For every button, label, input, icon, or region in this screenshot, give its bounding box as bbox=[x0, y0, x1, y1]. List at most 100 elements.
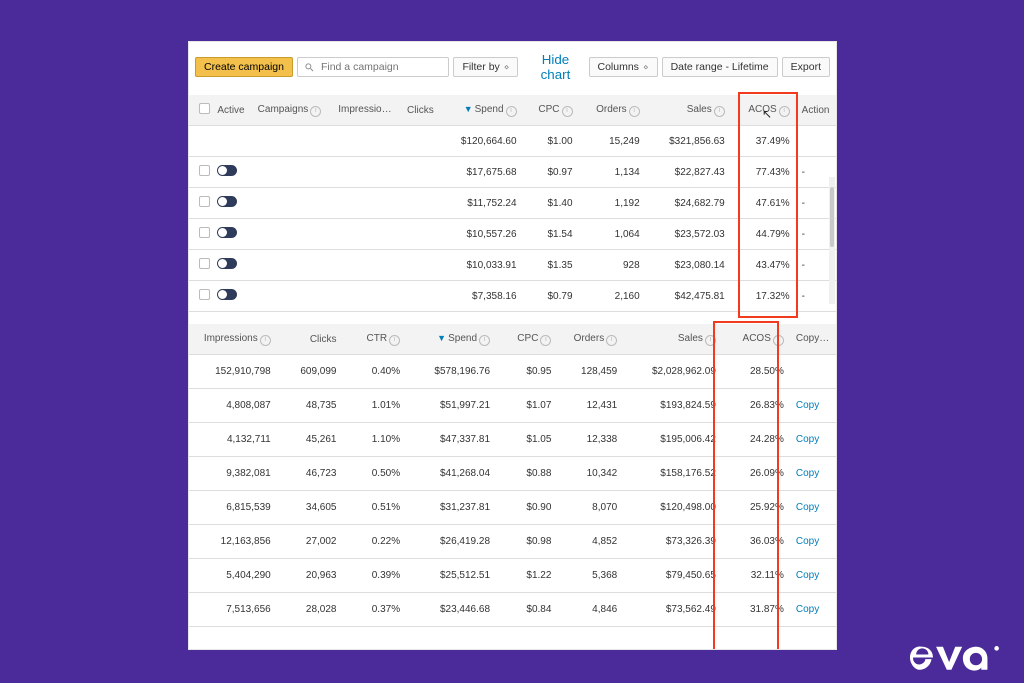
cell-cpc: $1.54 bbox=[523, 219, 579, 250]
info-icon: i bbox=[540, 335, 551, 346]
col2-orders[interactable]: Ordersi bbox=[557, 324, 623, 355]
cell-sales: $193,824.59 bbox=[623, 389, 722, 423]
active-toggle[interactable] bbox=[217, 165, 237, 176]
select-all-checkbox[interactable] bbox=[199, 103, 210, 114]
cell-orders: 4,846 bbox=[557, 593, 623, 627]
copy-link[interactable]: Copy bbox=[790, 491, 836, 525]
cell-cpc: $0.79 bbox=[523, 281, 579, 312]
copy-link[interactable]: Copy bbox=[790, 423, 836, 457]
copy-link[interactable]: Copy bbox=[790, 593, 836, 627]
col2-acos[interactable]: ACOSi bbox=[722, 324, 790, 355]
cell-spend: $31,237.81 bbox=[406, 491, 496, 525]
col2-cpc[interactable]: CPCi bbox=[496, 324, 557, 355]
cell-orders: 1,192 bbox=[579, 188, 646, 219]
table-row[interactable]: $17,675.68$0.971,134$22,827.4377.43%- bbox=[189, 157, 836, 188]
date-range-button[interactable]: Date range - Lifetime bbox=[662, 57, 778, 77]
col-spend[interactable]: ▼Spendi bbox=[440, 95, 523, 126]
row-checkbox[interactable] bbox=[199, 227, 210, 238]
table-row[interactable]: $120,664.60$1.0015,249$321,856.6337.49% bbox=[189, 126, 836, 157]
col2-clicks[interactable]: Clicks bbox=[277, 324, 343, 355]
cell-orders: 4,852 bbox=[557, 525, 623, 559]
filter-button[interactable]: Filter by ⋄ bbox=[453, 57, 518, 77]
cell-ctr: 0.22% bbox=[343, 525, 407, 559]
active-toggle[interactable] bbox=[217, 227, 237, 238]
cell-orders: 2,160 bbox=[579, 281, 646, 312]
cell-orders: 15,249 bbox=[579, 126, 646, 157]
copy-link[interactable]: Copy bbox=[790, 559, 836, 593]
table-row[interactable]: 12,163,85627,0020.22%$26,419.28$0.984,85… bbox=[189, 525, 836, 559]
hide-chart-button[interactable]: Hide chart bbox=[526, 49, 584, 85]
cell-impressions: 4,808,087 bbox=[189, 389, 277, 423]
col2-sales[interactable]: Salesi bbox=[623, 324, 722, 355]
row-checkbox[interactable] bbox=[199, 258, 210, 269]
cell-clicks: 28,028 bbox=[277, 593, 343, 627]
copy-link[interactable]: Copy bbox=[790, 525, 836, 559]
row-checkbox[interactable] bbox=[199, 196, 210, 207]
cell-acos: 25.92% bbox=[722, 491, 790, 525]
cell-action bbox=[796, 126, 836, 157]
cell-orders: 10,342 bbox=[557, 457, 623, 491]
cell-impressions bbox=[332, 219, 399, 250]
cell-sales: $24,682.79 bbox=[646, 188, 731, 219]
active-toggle[interactable] bbox=[217, 289, 237, 300]
table-row[interactable]: 9,382,08146,7230.50%$41,268.04$0.8810,34… bbox=[189, 457, 836, 491]
table-row[interactable]: 4,808,08748,7351.01%$51,997.21$1.0712,43… bbox=[189, 389, 836, 423]
col-action[interactable]: Action bbox=[796, 95, 836, 126]
active-toggle[interactable] bbox=[217, 196, 237, 207]
col-clicks[interactable]: Clicks bbox=[399, 95, 439, 126]
copy-link[interactable]: Copy bbox=[790, 457, 836, 491]
col2-spend[interactable]: ▼Spendi bbox=[406, 324, 496, 355]
search-input-wrap[interactable] bbox=[297, 57, 449, 77]
col-acos[interactable]: ACOSi bbox=[731, 95, 796, 126]
select-all-header[interactable] bbox=[189, 95, 211, 126]
table-row[interactable]: $10,557.26$1.541,064$23,572.0344.79%- bbox=[189, 219, 836, 250]
cell-ctr: 0.40% bbox=[343, 355, 407, 389]
cell-campaign bbox=[252, 188, 333, 219]
col2-copy[interactable]: Copyi bbox=[790, 324, 836, 355]
cell-acos: 44.79% bbox=[731, 219, 796, 250]
cell-sales: $73,562.49 bbox=[623, 593, 722, 627]
create-campaign-button[interactable]: Create campaign bbox=[195, 57, 293, 77]
col-sales[interactable]: Salesi bbox=[646, 95, 731, 126]
cell-impressions bbox=[332, 281, 399, 312]
table-row[interactable]: 152,910,798609,0990.40%$578,196.76$0.951… bbox=[189, 355, 836, 389]
col-impressions[interactable]: Impressionsi bbox=[332, 95, 399, 126]
cell-impressions: 9,382,081 bbox=[189, 457, 277, 491]
active-toggle[interactable] bbox=[217, 258, 237, 269]
row-checkbox[interactable] bbox=[199, 165, 210, 176]
cell-ctr: 0.39% bbox=[343, 559, 407, 593]
row-checkbox[interactable] bbox=[199, 289, 210, 300]
sort-desc-icon: ▼ bbox=[464, 104, 473, 114]
table-row[interactable]: 6,815,53934,6050.51%$31,237.81$0.908,070… bbox=[189, 491, 836, 525]
copy-link[interactable]: Copy bbox=[790, 389, 836, 423]
col-active[interactable]: Active bbox=[211, 95, 251, 126]
table-row[interactable]: 4,132,71145,2611.10%$47,337.81$1.0512,33… bbox=[189, 423, 836, 457]
col-orders[interactable]: Ordersi bbox=[579, 95, 646, 126]
scrollbar[interactable] bbox=[829, 177, 835, 304]
cell-acos: 43.47% bbox=[731, 250, 796, 281]
export-button[interactable]: Export bbox=[782, 57, 830, 77]
table-row[interactable]: 5,404,29020,9630.39%$25,512.51$1.225,368… bbox=[189, 559, 836, 593]
cell-ctr: 1.10% bbox=[343, 423, 407, 457]
cell-spend: $41,268.04 bbox=[406, 457, 496, 491]
cell-impressions bbox=[332, 250, 399, 281]
cell-sales: $120,498.00 bbox=[623, 491, 722, 525]
col2-impressions[interactable]: Impressionsi bbox=[189, 324, 277, 355]
cell-spend: $120,664.60 bbox=[440, 126, 523, 157]
columns-button[interactable]: Columns ⋄ bbox=[589, 57, 658, 77]
table-row[interactable]: $11,752.24$1.401,192$24,682.7947.61%- bbox=[189, 188, 836, 219]
search-input[interactable] bbox=[319, 60, 442, 74]
col-campaigns[interactable]: Campaignsi bbox=[252, 95, 333, 126]
table-row[interactable]: 7,513,65628,0280.37%$23,446.68$0.844,846… bbox=[189, 593, 836, 627]
metrics-table: Impressionsi Clicks CTRi ▼Spendi CPCi Or… bbox=[189, 324, 836, 627]
cell-impressions: 12,163,856 bbox=[189, 525, 277, 559]
col-cpc[interactable]: CPCi bbox=[523, 95, 579, 126]
cell-clicks: 45,261 bbox=[277, 423, 343, 457]
campaigns-table: Active Campaignsi Impressionsi Clicks ▼S… bbox=[189, 95, 836, 312]
col2-ctr[interactable]: CTRi bbox=[343, 324, 407, 355]
cell-impressions: 7,513,656 bbox=[189, 593, 277, 627]
info-icon: i bbox=[479, 335, 490, 346]
cell-clicks: 48,735 bbox=[277, 389, 343, 423]
table-row[interactable]: $7,358.16$0.792,160$42,475.8117.32%- bbox=[189, 281, 836, 312]
table-row[interactable]: $10,033.91$1.35928$23,080.1443.47%- bbox=[189, 250, 836, 281]
